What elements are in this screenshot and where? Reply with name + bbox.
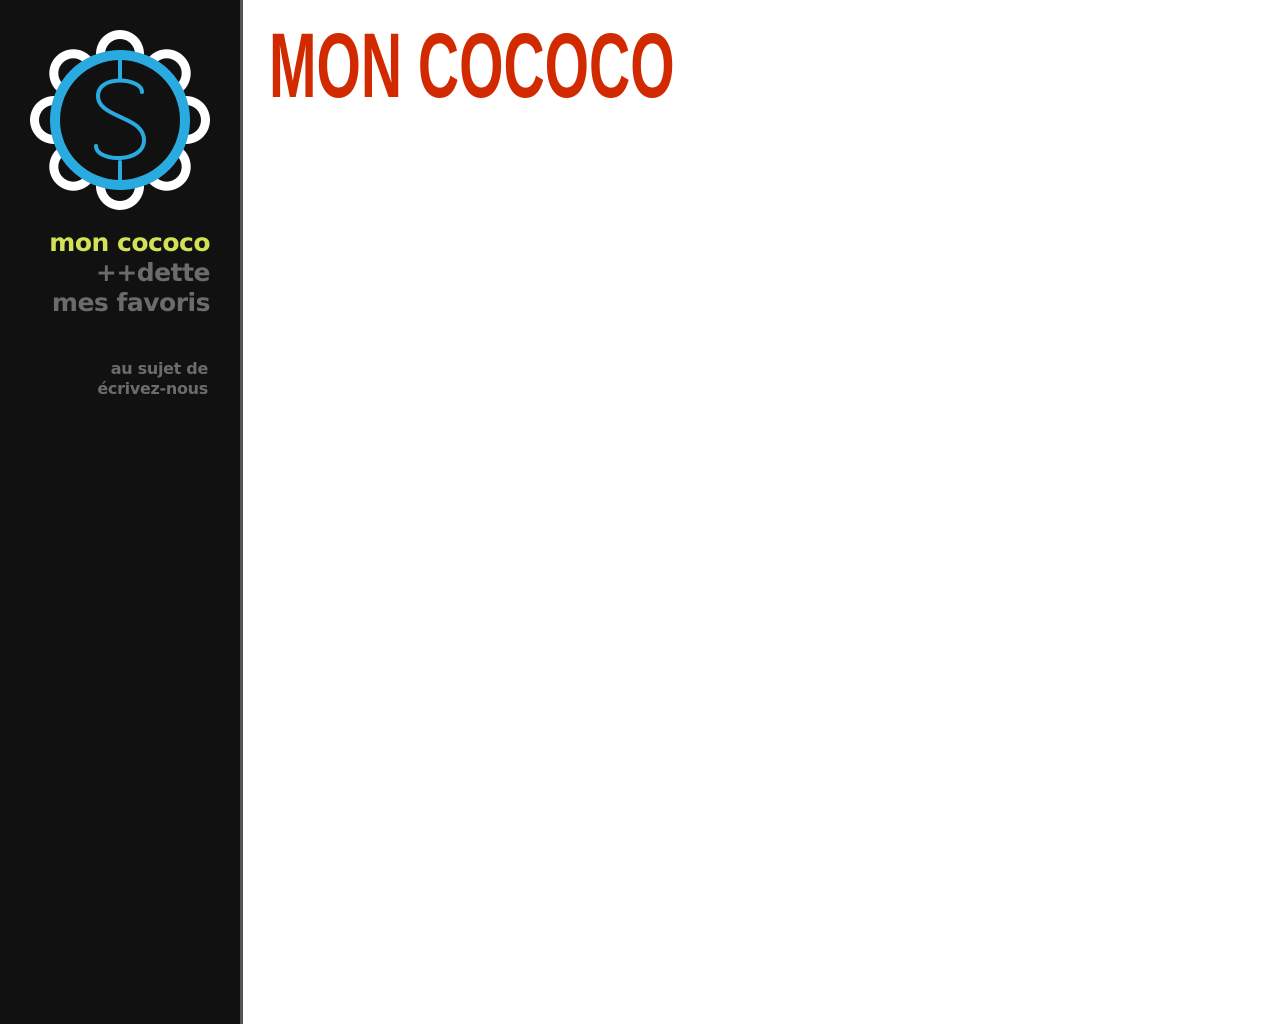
sidebar: mon cococo ++dette mes favoris au sujet … xyxy=(0,0,243,1024)
dollar-flower-logo-icon[interactable] xyxy=(30,30,210,210)
logo-graphic xyxy=(30,30,210,210)
page-title: MON COCOCO xyxy=(269,15,675,117)
link-about[interactable]: au sujet de xyxy=(97,359,209,379)
nav-item-mon-cococo[interactable]: mon cococo xyxy=(49,228,210,258)
secondary-nav: au sujet de écrivez-nous xyxy=(97,359,208,399)
main-nav: mon cococo ++dette mes favoris xyxy=(49,228,210,318)
link-contact[interactable]: écrivez-nous xyxy=(97,379,208,399)
main-content: MON COCOCO xyxy=(243,0,1280,1024)
nav-item-mes-favoris[interactable]: mes favoris xyxy=(49,288,211,318)
nav-item-dette[interactable]: ++dette xyxy=(49,258,211,288)
